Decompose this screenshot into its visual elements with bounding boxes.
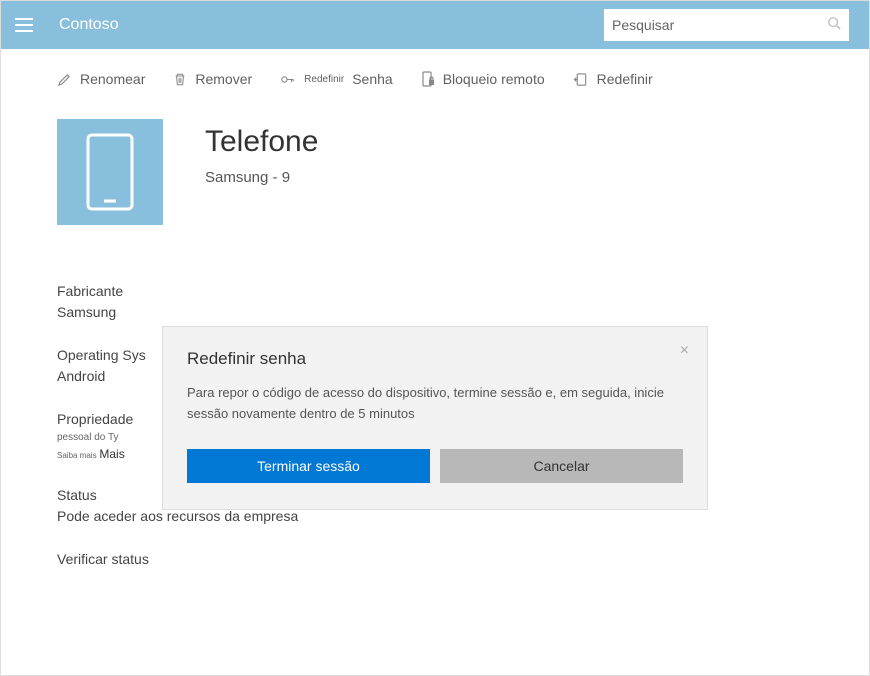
verify-status[interactable]: Verificar status bbox=[57, 549, 813, 570]
sign-out-button[interactable]: Terminar sessão bbox=[187, 449, 430, 483]
search-icon[interactable] bbox=[827, 16, 841, 34]
remove-label: Remover bbox=[195, 71, 252, 87]
reset-pw-suffix: Senha bbox=[352, 71, 392, 87]
rename-label: Renomear bbox=[80, 71, 145, 87]
device-title: Telefone bbox=[205, 125, 318, 159]
device-icon bbox=[57, 119, 163, 225]
close-icon[interactable]: × bbox=[680, 343, 689, 359]
trash-icon bbox=[173, 72, 187, 87]
device-summary: Telefone Samsung - 9 bbox=[57, 119, 813, 225]
modal-text: Para repor o código de acesso do disposi… bbox=[187, 383, 683, 425]
reset-pw-prefix: Redefinir bbox=[304, 74, 344, 85]
modal-title: Redefinir senha bbox=[187, 349, 683, 369]
phone-lock-icon bbox=[421, 71, 435, 87]
device-subtitle: Samsung - 9 bbox=[205, 169, 318, 186]
search-input[interactable] bbox=[612, 17, 823, 33]
see-more-prefix: Saiba mais bbox=[57, 451, 97, 460]
key-icon bbox=[280, 72, 296, 87]
manufacturer-value: Samsung bbox=[57, 302, 813, 323]
verify-status-block: Verificar status bbox=[57, 549, 813, 570]
reset-icon bbox=[573, 72, 589, 87]
remote-lock-button[interactable]: Bloqueio remoto bbox=[421, 71, 545, 87]
manufacturer-block: Fabricante Samsung bbox=[57, 281, 813, 323]
reset-button[interactable]: Redefinir bbox=[573, 71, 653, 87]
device-title-block: Telefone Samsung - 9 bbox=[205, 119, 318, 186]
reset-password-button[interactable]: Redefinir Senha bbox=[280, 71, 393, 87]
search-box[interactable] bbox=[604, 9, 849, 41]
manufacturer-label: Fabricante bbox=[57, 281, 813, 302]
see-more-link[interactable]: Mais bbox=[99, 447, 124, 461]
reset-label: Redefinir bbox=[597, 71, 653, 87]
brand-name: Contoso bbox=[59, 16, 119, 34]
modal-button-row: Terminar sessão Cancelar bbox=[187, 449, 683, 483]
rename-button[interactable]: Renomear bbox=[57, 71, 145, 87]
pencil-icon bbox=[57, 72, 72, 87]
remove-button[interactable]: Remover bbox=[173, 71, 252, 87]
reset-password-modal: × Redefinir senha Para repor o código de… bbox=[162, 326, 708, 510]
app-header: Contoso bbox=[1, 1, 869, 49]
hamburger-menu-icon[interactable] bbox=[9, 9, 41, 41]
action-toolbar: Renomear Remover Redefinir Senha Bloquei bbox=[1, 49, 869, 109]
cancel-button[interactable]: Cancelar bbox=[440, 449, 683, 483]
remote-lock-label: Bloqueio remoto bbox=[443, 71, 545, 87]
